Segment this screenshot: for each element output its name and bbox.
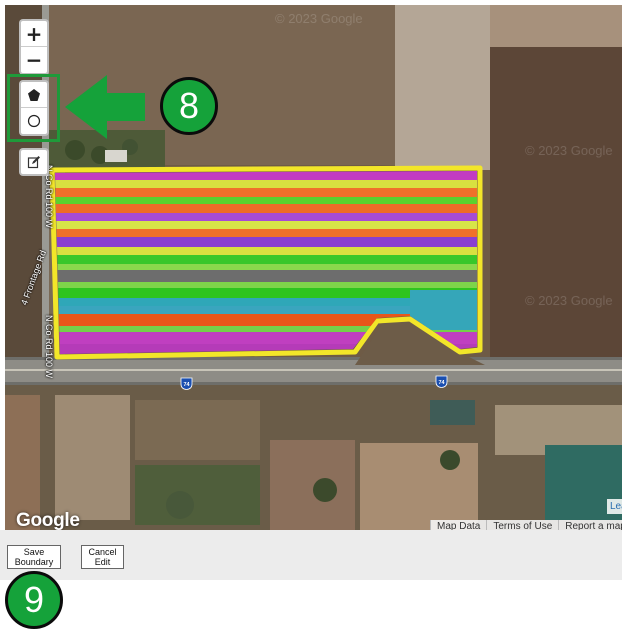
- report-map-error-link[interactable]: Report a map e: [558, 520, 622, 530]
- cancel-edit-label-line1: Cancel: [88, 547, 117, 557]
- cancel-edit-button[interactable]: Cancel Edit: [81, 545, 124, 569]
- zoom-control: + −: [19, 19, 49, 75]
- draw-toolbar: [19, 80, 49, 136]
- edit-icon: [27, 156, 40, 169]
- draw-polygon-button[interactable]: [21, 82, 47, 108]
- road-label-west: N Co Rd 100 W: [44, 315, 54, 379]
- save-boundary-label-line2: Boundary: [14, 557, 54, 567]
- map-view[interactable]: © 2023 Google © 2023 Google © 2023 Googl…: [5, 5, 622, 530]
- terms-of-use-link[interactable]: Terms of Use: [486, 520, 558, 530]
- polygon-icon: [28, 88, 40, 101]
- svg-text:74: 74: [438, 380, 445, 386]
- draw-circle-button[interactable]: [21, 108, 47, 134]
- zoom-out-button[interactable]: −: [21, 47, 47, 73]
- highway-shield-icon: 74: [435, 375, 448, 388]
- annotation-arrow-icon: [65, 75, 145, 139]
- svg-text:74: 74: [183, 382, 190, 388]
- google-logo: Google: [16, 510, 80, 530]
- edit-layers-button[interactable]: [19, 148, 49, 176]
- svg-text:© 2023 Google: © 2023 Google: [525, 143, 613, 158]
- map-attribution-bar: Map Data Terms of Use Report a map e: [430, 520, 622, 530]
- highway-shield-icon: 74: [180, 377, 193, 390]
- step-badge-9: 9: [5, 571, 63, 629]
- map-data-link[interactable]: Map Data: [430, 520, 486, 530]
- cancel-edit-label-line2: Edit: [94, 557, 111, 567]
- zoom-in-button[interactable]: +: [21, 21, 47, 47]
- leaflet-attribution-link[interactable]: Lea: [607, 499, 622, 514]
- save-boundary-button[interactable]: Save Boundary: [7, 545, 61, 569]
- circle-icon: [27, 114, 41, 128]
- save-boundary-label-line1: Save: [23, 547, 45, 557]
- svg-text:© 2023 Google: © 2023 Google: [525, 293, 613, 308]
- step-badge-8: 8: [160, 77, 218, 135]
- svg-text:© 2023 Google: © 2023 Google: [275, 11, 363, 26]
